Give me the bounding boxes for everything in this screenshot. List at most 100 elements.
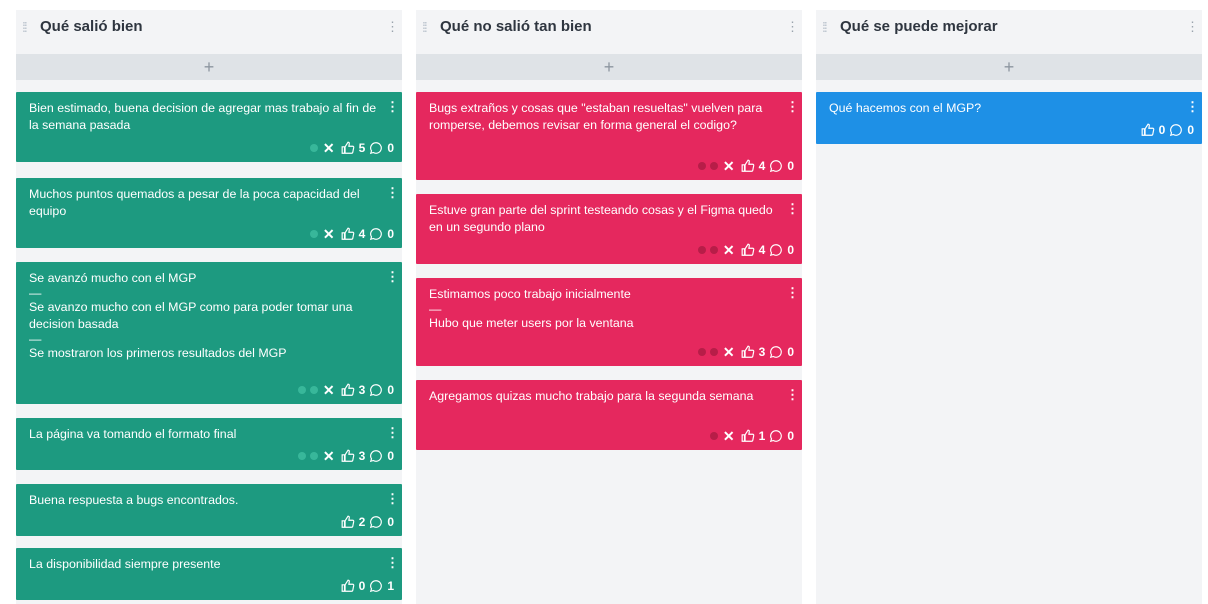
- column-menu-icon[interactable]: ⋮: [786, 19, 799, 35]
- card[interactable]: Estimamos poco trabajo inicialmente — Hu…: [416, 278, 802, 366]
- comment-icon[interactable]: [369, 227, 383, 241]
- comment-icon[interactable]: [369, 449, 383, 463]
- card-text: Qué hacemos con el MGP?: [829, 101, 982, 115]
- card-footer: 2 0: [341, 514, 394, 530]
- thumbs-up-icon[interactable]: [341, 383, 355, 397]
- comment-icon[interactable]: [369, 141, 383, 155]
- thumbs-up-icon[interactable]: [1141, 123, 1155, 137]
- comment-icon[interactable]: [369, 383, 383, 397]
- card[interactable]: Bien estimado, buena decision de agregar…: [16, 92, 402, 162]
- drag-handle-icon[interactable]: ⁞⁞: [422, 19, 434, 35]
- card-text: Agregamos quizas mucho trabajo para la s…: [429, 389, 754, 403]
- vote-count: 0: [1158, 122, 1166, 137]
- card-menu-icon[interactable]: ⋮: [386, 556, 399, 570]
- comment-count: 0: [387, 448, 394, 463]
- vote-count: 5: [358, 140, 366, 155]
- close-icon[interactable]: ✕: [323, 382, 335, 399]
- comment-icon[interactable]: [1169, 123, 1183, 137]
- thumbs-up-icon[interactable]: [341, 515, 355, 529]
- card-footer: ✕ 4 0: [309, 226, 394, 243]
- column-didnt-go-well: ⁞⁞ Qué no salió tan bien ⋮ + Bugs extrañ…: [416, 10, 802, 604]
- card[interactable]: La página va tomando el formato final ⋮ …: [16, 418, 402, 470]
- close-icon[interactable]: ✕: [723, 242, 735, 259]
- drag-handle-icon[interactable]: ⁞⁞: [822, 19, 834, 35]
- vote-dot: [709, 162, 718, 170]
- thumbs-up-icon[interactable]: [341, 579, 355, 593]
- column-menu-icon[interactable]: ⋮: [1186, 19, 1199, 35]
- card-menu-icon[interactable]: ⋮: [386, 186, 399, 200]
- thumbs-up-icon[interactable]: [341, 449, 355, 463]
- card-text: Se avanzó mucho con el MGP — Se avanzo m…: [29, 270, 380, 362]
- card[interactable]: Agregamos quizas mucho trabajo para la s…: [416, 380, 802, 450]
- card[interactable]: Bugs extraños y cosas que "estaban resue…: [416, 92, 802, 180]
- add-card-button[interactable]: +: [16, 54, 402, 80]
- close-icon[interactable]: ✕: [323, 140, 335, 157]
- column-header: ⁞⁞ Qué no salió tan bien ⋮: [416, 10, 802, 46]
- thumbs-up-icon[interactable]: [741, 345, 755, 359]
- card-footer: ✕ 3 0: [297, 382, 394, 399]
- vote-count: 4: [758, 158, 766, 173]
- vote-dot: [709, 348, 718, 356]
- close-icon[interactable]: ✕: [723, 344, 735, 361]
- comment-count: 1: [387, 578, 394, 593]
- card-line: Se mostraron los primeros resultados del…: [29, 346, 287, 360]
- vote-count: 4: [758, 242, 766, 257]
- card-separator: —: [29, 332, 42, 346]
- thumbs-up-icon[interactable]: [341, 141, 355, 155]
- card[interactable]: Se avanzó mucho con el MGP — Se avanzo m…: [16, 262, 402, 404]
- comment-icon[interactable]: [369, 579, 383, 593]
- close-icon[interactable]: ✕: [323, 226, 335, 243]
- card-text: Buena respuesta a bugs encontrados.: [29, 493, 239, 507]
- card-footer: ✕ 4 0: [697, 158, 794, 175]
- comment-icon[interactable]: [769, 243, 783, 257]
- card[interactable]: Buena respuesta a bugs encontrados. ⋮ 2 …: [16, 484, 402, 536]
- card-menu-icon[interactable]: ⋮: [786, 202, 799, 216]
- comment-icon[interactable]: [769, 159, 783, 173]
- comment-icon[interactable]: [369, 515, 383, 529]
- card-menu-icon[interactable]: ⋮: [386, 100, 399, 114]
- column-header: ⁞⁞ Qué se puede mejorar ⋮: [816, 10, 1202, 46]
- card-menu-icon[interactable]: ⋮: [386, 492, 399, 506]
- add-card-button[interactable]: +: [416, 54, 802, 80]
- card[interactable]: La disponibilidad siempre presente ⋮ 0 1: [16, 548, 402, 600]
- card[interactable]: Muchos puntos quemados a pesar de la poc…: [16, 178, 402, 248]
- close-icon[interactable]: ✕: [723, 158, 735, 175]
- vote-dot: [697, 348, 706, 356]
- close-icon[interactable]: ✕: [323, 448, 335, 465]
- card-line: Hubo que meter users por la ventana: [429, 316, 634, 330]
- card-menu-icon[interactable]: ⋮: [786, 286, 799, 300]
- thumbs-up-icon[interactable]: [741, 243, 755, 257]
- thumbs-up-icon[interactable]: [741, 429, 755, 443]
- card-menu-icon[interactable]: ⋮: [1186, 100, 1199, 114]
- vote-count: 4: [358, 226, 366, 241]
- card-menu-icon[interactable]: ⋮: [786, 100, 799, 114]
- add-card-button[interactable]: +: [816, 54, 1202, 80]
- card-menu-icon[interactable]: ⋮: [386, 426, 399, 440]
- comment-count: 0: [787, 428, 794, 443]
- card-menu-icon[interactable]: ⋮: [386, 270, 399, 284]
- retro-board: ⁞⁞ Qué salió bien ⋮ + Bien estimado, bue…: [0, 0, 1208, 604]
- close-icon[interactable]: ✕: [723, 428, 735, 445]
- card-footer: 0 1: [341, 578, 394, 594]
- column-title: Qué salió bien: [40, 18, 143, 35]
- card-text: Muchos puntos quemados a pesar de la poc…: [29, 187, 360, 218]
- column-menu-icon[interactable]: ⋮: [386, 19, 399, 35]
- card-text: Bien estimado, buena decision de agregar…: [29, 101, 377, 132]
- card-text: La disponibilidad siempre presente: [29, 557, 221, 571]
- comment-count: 0: [787, 158, 794, 173]
- thumbs-up-icon[interactable]: [341, 227, 355, 241]
- comment-icon[interactable]: [769, 345, 783, 359]
- comment-count: 0: [1187, 122, 1194, 137]
- column-went-well: ⁞⁞ Qué salió bien ⋮ + Bien estimado, bue…: [16, 10, 402, 604]
- card[interactable]: Estuve gran parte del sprint testeando c…: [416, 194, 802, 264]
- comment-icon[interactable]: [769, 429, 783, 443]
- card-menu-icon[interactable]: ⋮: [786, 388, 799, 402]
- card-separator: —: [29, 286, 42, 300]
- drag-handle-icon[interactable]: ⁞⁞: [22, 19, 34, 35]
- card[interactable]: Qué hacemos con el MGP? ⋮ 0 0: [816, 92, 1202, 144]
- card-footer: ✕ 3 0: [297, 448, 394, 465]
- vote-dot: [297, 386, 306, 394]
- thumbs-up-icon[interactable]: [741, 159, 755, 173]
- card-line: Se avanzo mucho con el MGP como para pod…: [29, 300, 353, 331]
- comment-count: 0: [387, 382, 394, 397]
